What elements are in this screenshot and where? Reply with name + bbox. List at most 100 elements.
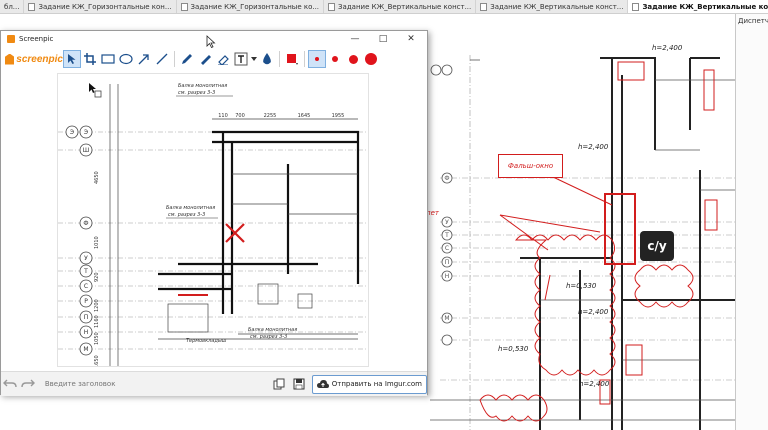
tab-2[interactable]: Задание КЖ_Горизонтальные ко... (177, 0, 325, 13)
axis-bubble-label: Т (444, 232, 449, 239)
marker-tool-button[interactable] (196, 50, 214, 68)
beam-label: Балка монолитная (166, 205, 215, 211)
arrow-icon (138, 54, 149, 65)
upload-imgur-button[interactable]: Отправить на Imgur.com (311, 374, 427, 394)
size-large-button[interactable] (344, 50, 362, 68)
dimension-text: 2255 (264, 113, 277, 119)
axis-label: П (84, 314, 89, 321)
blur-tool-button[interactable] (258, 50, 276, 68)
axis-label: Э (70, 129, 74, 136)
axis-bubble-label: С (445, 245, 449, 252)
tab-3[interactable]: Задание КЖ_Вертикальные конст... (324, 0, 477, 13)
line-icon (156, 53, 168, 65)
screenpic-toolbar: screenpic (1, 47, 427, 71)
text-tool-button[interactable] (232, 50, 250, 68)
tab-5-active[interactable]: Задание КЖ_Вертикальные конс (628, 0, 768, 13)
document-icon (632, 2, 640, 11)
dimension-text: 1955 (332, 113, 345, 119)
drawing-preview: Э Э Ш Ф У Т С Р П Н М 110 700 2255 1645 … (58, 83, 368, 367)
tab-label: бл... (4, 2, 20, 11)
axis-label: Н (84, 329, 89, 336)
chevron-down-icon (251, 57, 257, 61)
tab-4[interactable]: Задание КЖ_Вертикальные конст... (476, 0, 629, 13)
color-picker-button[interactable] (283, 50, 301, 68)
toolbar-divider (279, 51, 280, 67)
size-small-button[interactable] (308, 50, 326, 68)
tab-label: Задание КЖ_Горизонтальные кон... (38, 2, 172, 11)
row-dimension: 1050 (94, 332, 100, 345)
height-label: h=0,530 (498, 345, 529, 353)
maximize-button[interactable]: □ (371, 31, 395, 46)
pointer-icon (68, 54, 76, 64)
save-button[interactable] (290, 375, 308, 393)
bathroom-badge: с/у (640, 231, 674, 261)
axis-label: М (83, 346, 88, 353)
side-panel-label: Диспетче (738, 17, 768, 25)
mouse-cursor-icon (206, 35, 216, 49)
size-medium-button[interactable] (326, 50, 344, 68)
axis-bubble-label: П (445, 259, 450, 266)
logo-text: screenpic (16, 53, 63, 65)
line-tool-button[interactable] (153, 50, 171, 68)
crop-icon (84, 53, 96, 65)
toolbar-divider (174, 51, 175, 67)
side-panel: Диспетче (735, 14, 768, 430)
height-label: h=2,400 (579, 380, 610, 388)
document-icon (328, 2, 336, 11)
redo-button[interactable] (19, 375, 37, 393)
copy-button[interactable] (270, 375, 288, 393)
dot-medium-icon (332, 56, 338, 62)
beam-label: см. разрез 3-3 (178, 90, 215, 96)
false-window-callout: Фальш-окно (498, 154, 563, 178)
beam-label: Балка монолитная (248, 327, 297, 333)
row-dimension: 1200 (94, 299, 100, 312)
text-dropdown-button[interactable] (250, 50, 258, 68)
row-dimension: 1650 (94, 355, 100, 367)
ellipse-tool-button[interactable] (117, 50, 135, 68)
axis-bubble-label: Н (445, 273, 450, 280)
pointer-tool-button[interactable] (63, 50, 81, 68)
pencil-icon (182, 54, 192, 64)
blur-drop-icon (263, 53, 271, 65)
dot-large-icon (348, 54, 358, 64)
height-label: h=2,400 (578, 143, 609, 151)
floppy-disk-icon (293, 378, 305, 390)
beam-label: см. разрез 3-3 (250, 334, 287, 340)
logo-icon (5, 53, 15, 65)
size-xlarge-button[interactable] (362, 50, 380, 68)
close-button[interactable]: ✕ (399, 31, 423, 46)
toolbar-divider (304, 51, 305, 67)
redo-icon (21, 379, 35, 388)
marker-icon (201, 55, 211, 65)
title-input[interactable] (40, 376, 268, 392)
beam-label: Балка монолитная (178, 83, 227, 89)
crop-tool-button[interactable] (81, 50, 99, 68)
undo-button[interactable] (1, 375, 19, 393)
eraser-icon (218, 55, 229, 65)
arrow-tool-button[interactable] (135, 50, 153, 68)
rectangle-icon (101, 54, 115, 64)
tab-label: Задание КЖ_Вертикальные конс (642, 2, 768, 11)
tab-label: Задание КЖ_Вертикальные конст... (490, 2, 624, 11)
thermo-label: Термовкладыш (186, 338, 227, 344)
row-dimension: 920 (94, 272, 100, 282)
ellipse-icon (119, 53, 133, 65)
height-label: h=2,400 (578, 308, 609, 316)
cloud-upload-icon (316, 380, 329, 388)
tab-0[interactable]: бл... (0, 0, 25, 13)
screenshot-canvas[interactable]: Э Э Ш Ф У Т С Р П Н М 110 700 2255 1645 … (57, 73, 369, 367)
color-swatch-icon (287, 54, 298, 65)
copy-icon (273, 378, 285, 390)
screenpic-bottom-bar: Отправить на Imgur.com (1, 371, 427, 396)
tab-1[interactable]: Задание КЖ_Горизонтальные кон... (24, 0, 177, 13)
screenpic-logo: screenpic (5, 53, 63, 65)
height-label: h=2,400 (652, 44, 683, 52)
pencil-tool-button[interactable] (178, 50, 196, 68)
rectangle-tool-button[interactable] (99, 50, 117, 68)
text-icon (234, 52, 248, 66)
row-dimension: 1160 (94, 315, 100, 328)
eraser-tool-button[interactable] (214, 50, 232, 68)
window-title: Screenpic (19, 34, 54, 43)
minimize-button[interactable]: — (343, 31, 367, 46)
upload-label: Отправить на Imgur.com (331, 380, 422, 388)
